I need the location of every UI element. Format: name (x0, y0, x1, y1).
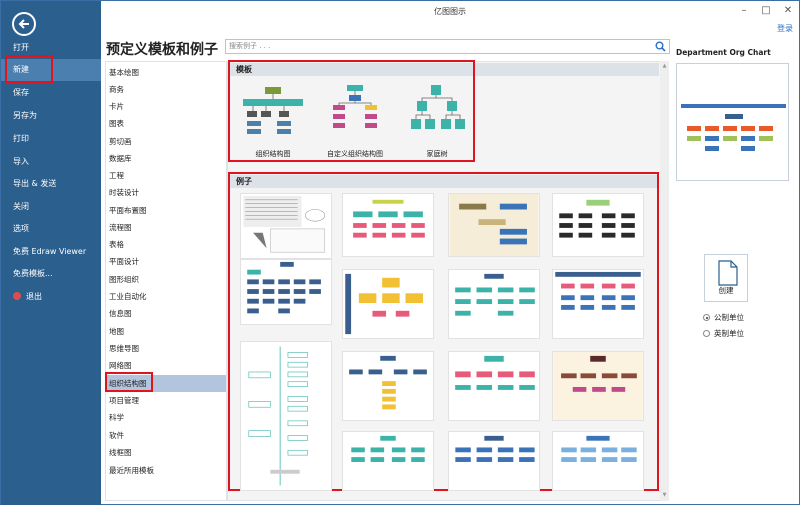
login-link[interactable]: 登录 (777, 23, 793, 34)
family-tree-icon (411, 85, 465, 129)
category-item[interactable]: 平面设计 (106, 253, 226, 270)
example-thumbnail[interactable] (448, 193, 540, 257)
examples-header: 例子 (230, 175, 659, 188)
category-item[interactable]: 商务 (106, 81, 226, 98)
nav-print[interactable]: 打印 (1, 128, 101, 150)
create-label: 创建 (718, 286, 734, 295)
minimize-icon[interactable]: – (735, 3, 753, 19)
category-item[interactable]: 思维导图 (106, 340, 226, 357)
nav-save-as[interactable]: 另存为 (1, 105, 101, 127)
category-list: 基本绘图 商务 卡片 图表 剪切画 数据库 工程 时装设计 平面布置图 流程图 … (105, 61, 227, 501)
template-custom-org-chart[interactable]: 自定义组织结构图 (315, 79, 395, 159)
app-window: 打开 新建 保存 另存为 打印 导入 导出 & 发送 关闭 选项 免费 Edra… (0, 0, 800, 505)
preview-title: Department Org Chart (676, 48, 771, 57)
page-title: 预定义模板和例子 (106, 42, 218, 58)
gallery-scrollbar[interactable] (660, 61, 669, 501)
example-thumbnail[interactable] (552, 351, 644, 421)
category-item[interactable]: 流程图 (106, 219, 226, 236)
category-item[interactable]: 图形组织 (106, 271, 226, 288)
category-item[interactable]: 网络图 (106, 357, 226, 374)
metric-units-label: 公制单位 (714, 313, 744, 322)
nav-close[interactable]: 关闭 (1, 196, 101, 218)
nav-new[interactable]: 新建 (1, 59, 101, 81)
nav-exit[interactable]: 退出 (1, 286, 101, 308)
imperial-units-radio[interactable]: 英制单位 (703, 328, 744, 339)
template-label: 家庭树 (426, 150, 448, 158)
example-thumbnail[interactable] (240, 193, 332, 259)
template-label: 组织结构图 (255, 150, 291, 158)
radio-unselected-icon (703, 330, 710, 337)
backstage-nav: 打开 新建 保存 另存为 打印 导入 导出 & 发送 关闭 选项 免费 Edra… (1, 1, 101, 505)
category-item-org-chart[interactable]: 组织结构图 (106, 375, 226, 392)
category-item[interactable]: 项目管理 (106, 392, 226, 409)
category-item[interactable]: 表格 (106, 236, 226, 253)
example-thumbnail[interactable] (342, 351, 434, 421)
maximize-icon[interactable]: □ (757, 3, 775, 19)
search-placeholder: 搜索例子 . . . (229, 42, 271, 50)
example-thumbnail[interactable] (552, 193, 644, 257)
category-item[interactable]: 线框图 (106, 444, 226, 461)
nav-save[interactable]: 保存 (1, 82, 101, 104)
template-label: 自定义组织结构图 (327, 150, 383, 158)
category-item[interactable]: 卡片 (106, 98, 226, 115)
nav-options[interactable]: 选项 (1, 218, 101, 240)
nav-free-viewer[interactable]: 免费 Edraw Viewer (1, 241, 101, 263)
example-thumbnail[interactable] (342, 193, 434, 257)
example-thumbnail[interactable] (448, 351, 540, 421)
category-item[interactable]: 科学 (106, 409, 226, 426)
example-thumbnail[interactable] (448, 269, 540, 339)
close-icon[interactable]: ✕ (779, 3, 797, 19)
example-thumbnail[interactable] (448, 431, 540, 491)
nav-exit-label: 退出 (26, 292, 42, 301)
nav-export-send[interactable]: 导出 & 发送 (1, 173, 101, 195)
scroll-down-icon[interactable]: ▼ (661, 492, 668, 498)
search-icon[interactable] (655, 41, 666, 52)
imperial-units-label: 英制单位 (714, 329, 744, 338)
back-button[interactable] (12, 12, 36, 36)
category-item[interactable]: 最近所用模板 (106, 462, 226, 479)
category-item[interactable]: 图表 (106, 115, 226, 132)
category-item[interactable]: 软件 (106, 427, 226, 444)
window-title: 亿图图示 (434, 7, 466, 16)
category-item[interactable]: 基本绘图 (106, 64, 226, 81)
category-item[interactable]: 地图 (106, 323, 226, 340)
radio-selected-icon (703, 314, 710, 321)
category-item[interactable]: 剪切画 (106, 133, 226, 150)
example-thumbnail[interactable] (552, 431, 644, 491)
category-item[interactable]: 数据库 (106, 150, 226, 167)
custom-org-chart-icon (333, 85, 377, 128)
example-thumbnail[interactable] (342, 269, 434, 339)
example-thumbnail[interactable] (552, 269, 644, 339)
category-item[interactable]: 时装设计 (106, 184, 226, 201)
example-thumbnail[interactable] (240, 341, 332, 491)
category-item[interactable]: 信息图 (106, 305, 226, 322)
template-family-tree[interactable]: 家庭树 (397, 79, 477, 159)
category-item[interactable]: 工程 (106, 167, 226, 184)
preview-image (676, 63, 789, 181)
category-item[interactable]: 平面布置图 (106, 202, 226, 219)
org-chart-icon (243, 87, 303, 134)
templates-header: 模板 (230, 63, 659, 76)
scroll-up-icon[interactable]: ▲ (661, 63, 668, 69)
nav-open[interactable]: 打开 (1, 37, 101, 59)
exit-icon (13, 292, 21, 300)
nav-import[interactable]: 导入 (1, 151, 101, 173)
search-input[interactable]: 搜索例子 . . . (225, 39, 670, 54)
category-item[interactable]: 工业自动化 (106, 288, 226, 305)
template-org-chart[interactable]: 组织结构图 (233, 79, 313, 159)
example-thumbnail[interactable] (342, 431, 434, 491)
metric-units-radio[interactable]: 公制单位 (703, 312, 744, 323)
nav-free-templates[interactable]: 免费模板... (1, 263, 101, 285)
example-thumbnail[interactable] (240, 259, 332, 325)
arrow-left-icon (18, 19, 29, 29)
